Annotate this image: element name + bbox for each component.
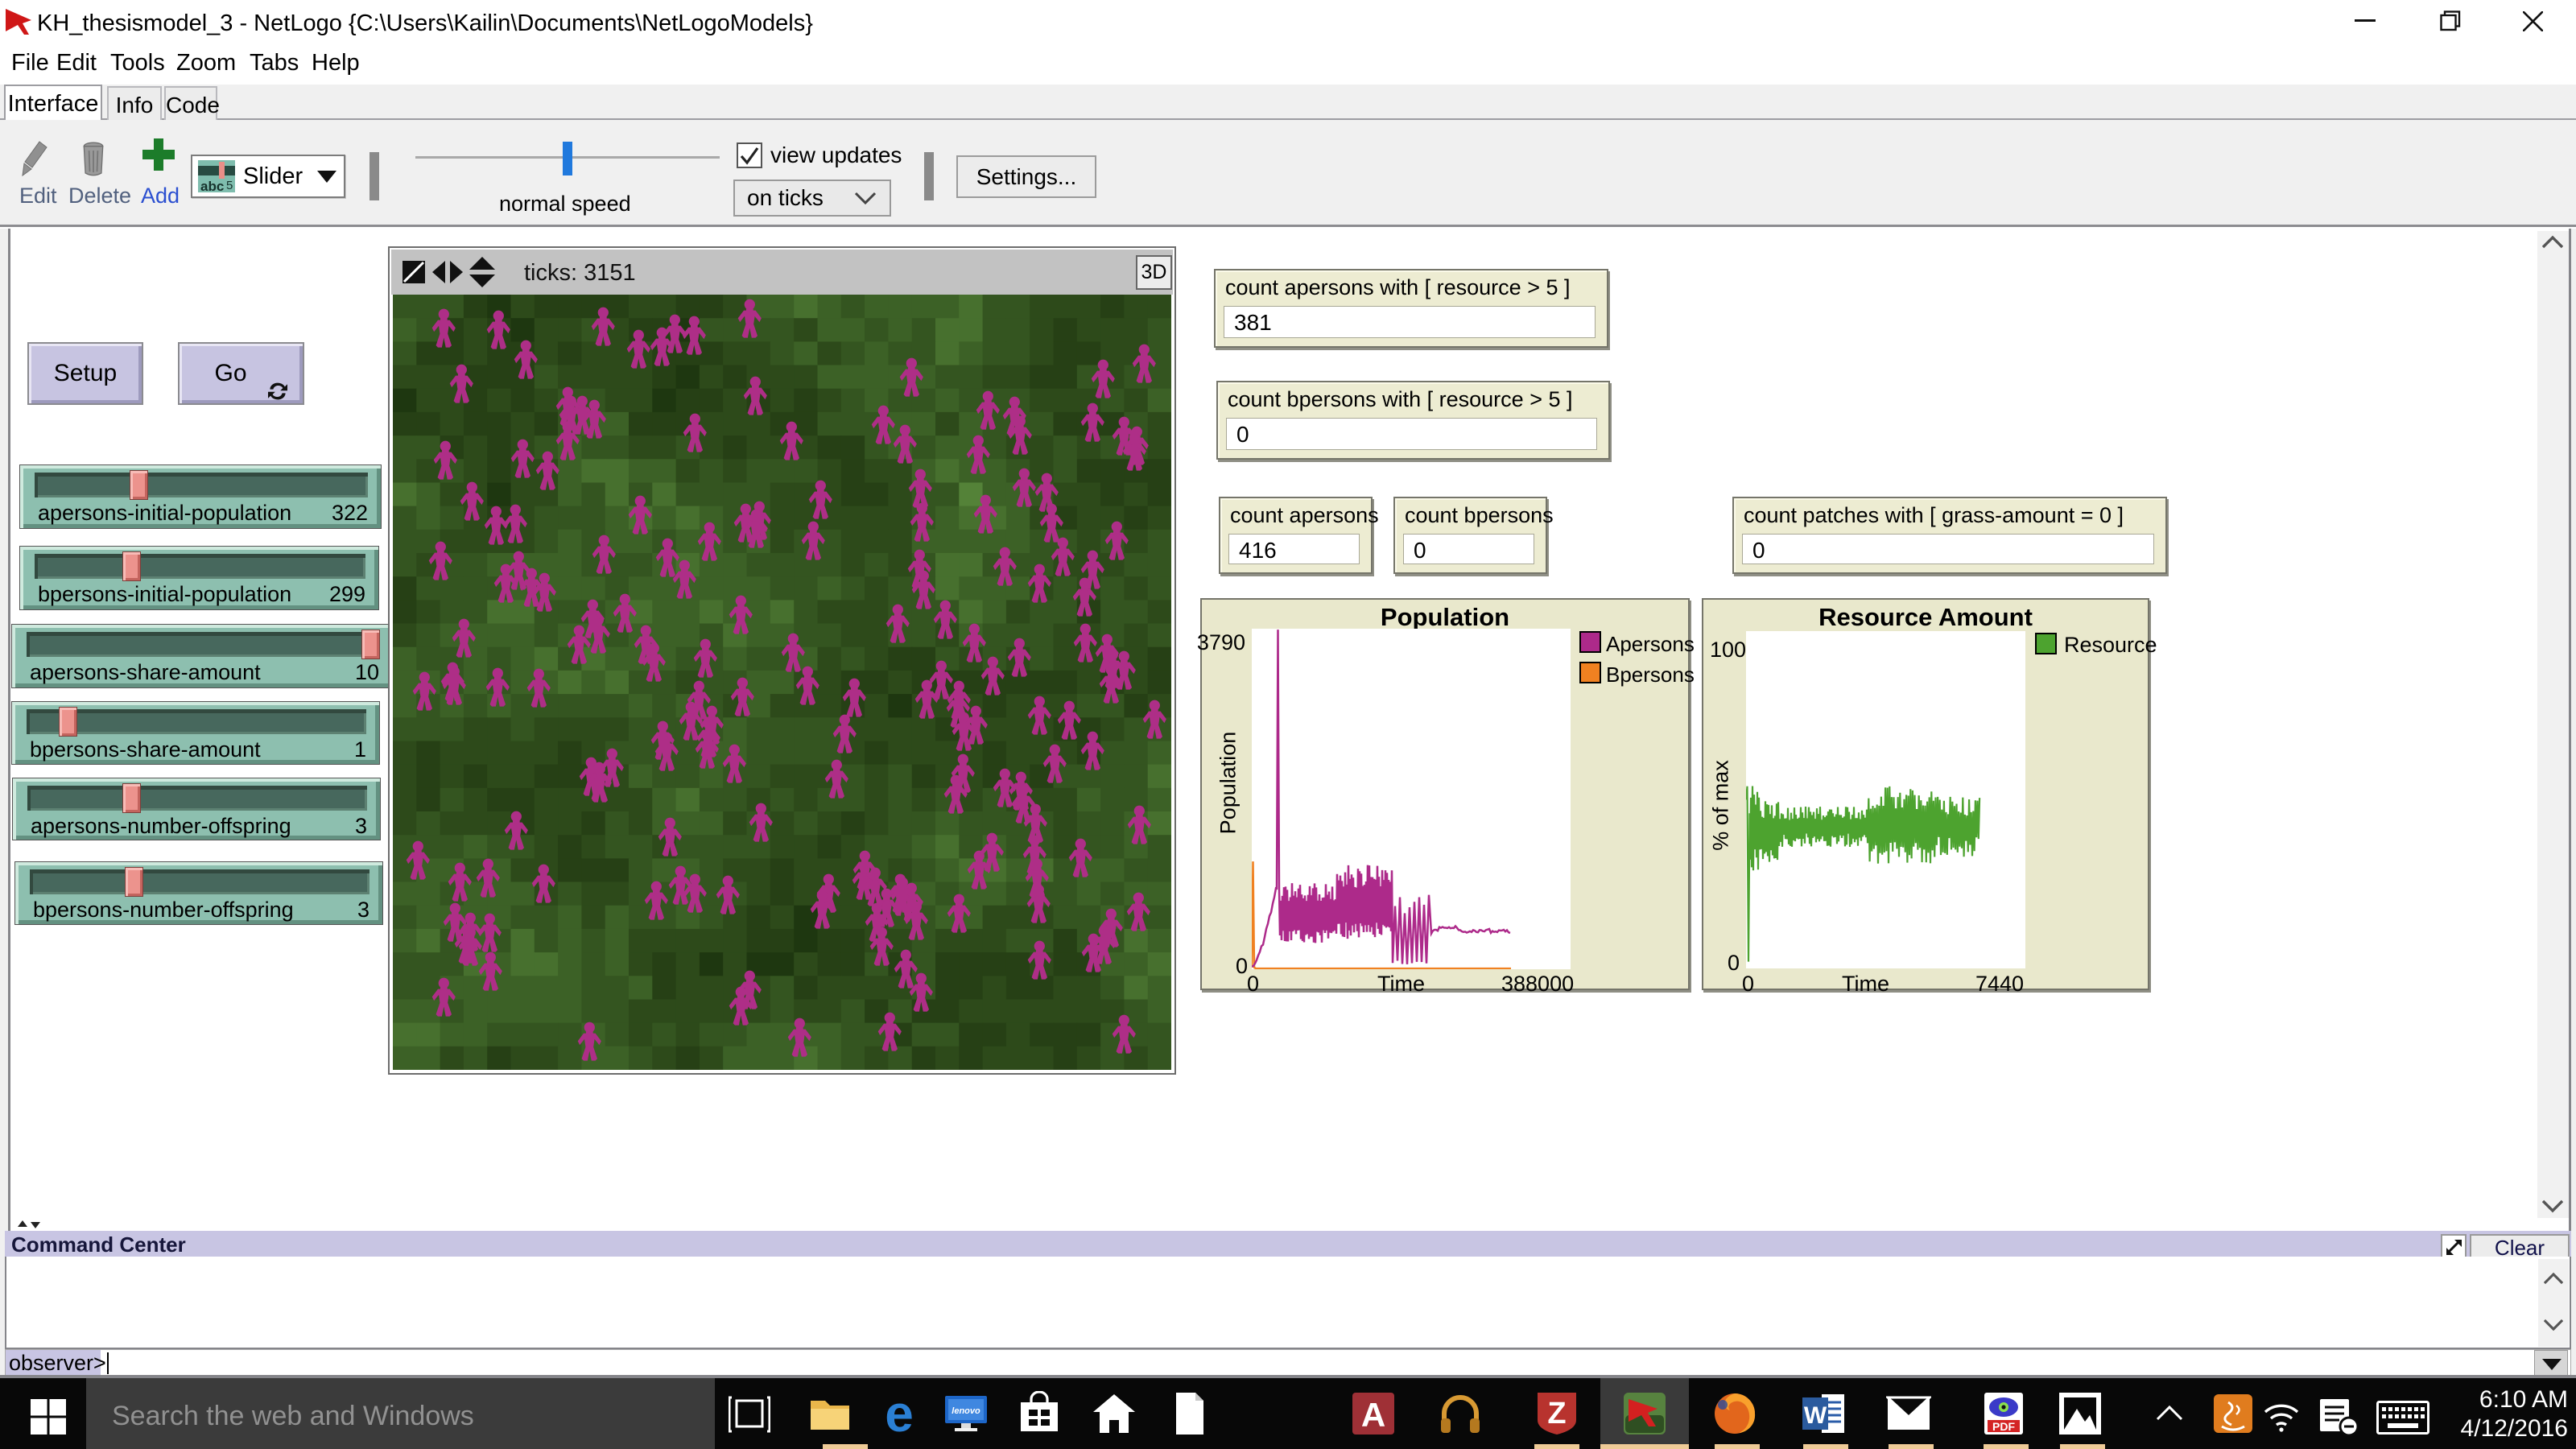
svg-text:e: e xyxy=(885,1391,914,1436)
svg-text:Z: Z xyxy=(1547,1397,1566,1430)
svg-text:A: A xyxy=(1361,1396,1385,1434)
svg-text:W: W xyxy=(1804,1402,1827,1429)
svg-text:lenovo: lenovo xyxy=(952,1406,980,1416)
svg-text:PDF: PDF xyxy=(1992,1420,2015,1433)
